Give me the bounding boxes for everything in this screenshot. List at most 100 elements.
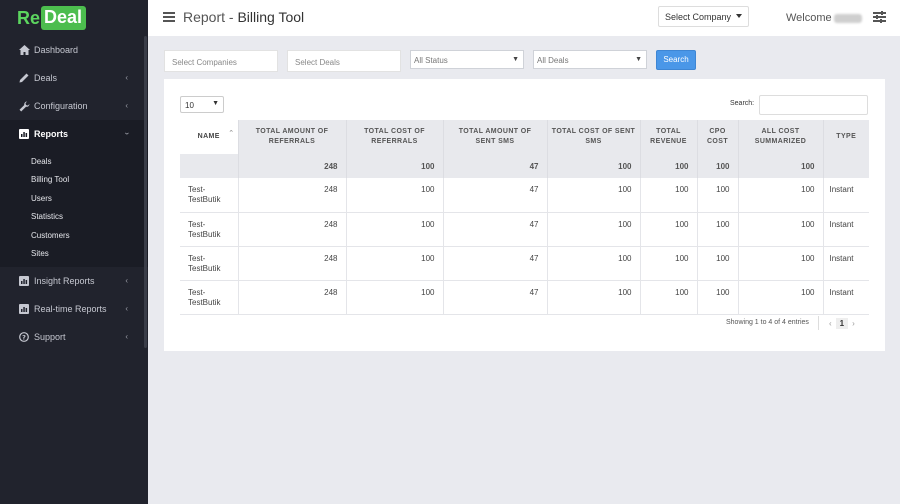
select-deals-input[interactable]: Select Deals (287, 50, 401, 72)
column-header-total-amount-referrals[interactable]: Total amount of referrals (237, 120, 346, 154)
sidebar-item-label: Support (34, 332, 66, 342)
table-cell: 100 (546, 178, 640, 213)
sidebar-item-dashboard[interactable]: Dashboard (0, 36, 148, 64)
page-length-select[interactable]: 10 ▼ (180, 96, 224, 113)
company-select[interactable]: Select Company (658, 6, 749, 27)
page-title-main: Billing Tool (237, 9, 305, 25)
summary-cell: 100 (345, 154, 443, 178)
column-header-cpo-cost[interactable]: CPO cost (696, 120, 738, 154)
sidebar-item-label: Reports (34, 129, 69, 139)
column-header-total-cost-sms[interactable]: Total cost of sent SMS (546, 120, 640, 154)
submenu-item-users[interactable]: Users (0, 189, 148, 208)
status-select-value: All Status (414, 56, 448, 65)
table-cell: 100 (737, 178, 823, 213)
settings-sliders-icon[interactable] (873, 11, 886, 23)
column-header-total-cost-referrals[interactable]: Total cost of referrals (345, 120, 443, 154)
top-header: Report - Billing Tool Select Company Wel… (148, 0, 900, 36)
billing-table: Name ⌃ Total amount of referrals Total co… (180, 120, 869, 315)
summary-cell: 100 (737, 154, 823, 178)
sidebar-item-support[interactable]: ? Support ‹ (0, 323, 148, 351)
sidebar-item-realtime-reports[interactable]: Real-time Reports ‹ (0, 295, 148, 323)
page-title: Report - Billing Tool (183, 9, 304, 25)
table-info: Showing 1 to 4 of 4 entries (726, 319, 809, 326)
table-cell: 100 (696, 280, 738, 315)
deals-select[interactable]: All Deals ▼ (533, 50, 647, 69)
select-companies-placeholder: Select Companies (172, 58, 237, 67)
table-search-input[interactable] (759, 95, 868, 115)
welcome-message: Welcome (786, 12, 862, 24)
table-cell: 100 (345, 212, 443, 247)
sidebar-item-label: Real-time Reports (34, 304, 107, 314)
submenu-item-customers[interactable]: Customers (0, 226, 148, 245)
caret-down-icon: ▼ (512, 56, 519, 63)
summary-row: 248 100 47 100 100 100 100 (180, 154, 869, 178)
home-icon (18, 44, 30, 56)
sidebar-item-reports[interactable]: Reports ‹ (0, 120, 148, 148)
next-page-icon[interactable]: › (848, 319, 859, 328)
select-companies-input[interactable]: Select Companies (164, 50, 278, 72)
column-header-name[interactable]: Name ⌃ (180, 120, 238, 154)
submenu-item-sites[interactable]: Sites (0, 245, 148, 264)
table-cell: 100 (639, 212, 697, 247)
submenu-item-billing-tool[interactable]: Billing Tool (0, 171, 148, 190)
chart-icon (18, 128, 30, 140)
table-cell: 100 (546, 246, 640, 281)
sidebar-item-deals[interactable]: Deals ‹ (0, 64, 148, 92)
table-cell: 248 (237, 178, 346, 213)
sort-asc-icon: ⌃ (228, 130, 235, 137)
table-cell: 47 (442, 246, 547, 281)
table-cell: 248 (237, 212, 346, 247)
submenu-item-statistics[interactable]: Statistics (0, 208, 148, 227)
summary-cell: 100 (696, 154, 738, 178)
chevron-left-icon: ‹ (125, 276, 128, 285)
sidebar-item-insight-reports[interactable]: Insight Reports ‹ (0, 267, 148, 295)
pencil-icon (18, 72, 30, 84)
search-button[interactable]: Search (656, 50, 696, 70)
table-cell: Instant (822, 178, 869, 213)
logo[interactable]: Re Deal (0, 0, 148, 36)
sidebar-item-configuration[interactable]: Configuration ‹ (0, 92, 148, 120)
page-length-value: 10 (185, 101, 194, 110)
table-cell: 100 (737, 280, 823, 315)
summary-cell: 47 (442, 154, 547, 178)
sidebar-item-label: Configuration (34, 101, 88, 111)
table-cell: 100 (639, 280, 697, 315)
sidebar-item-label: Deals (34, 73, 58, 83)
sidebar-item-label: Dashboard (34, 45, 79, 55)
summary-cell: 100 (639, 154, 697, 178)
sidebar: Re Deal Dashboard Deals ‹ Configuration ‹ (0, 0, 148, 504)
table-cell: 100 (345, 246, 443, 281)
summary-cell: 100 (546, 154, 640, 178)
table-search-label: Search: (730, 100, 755, 107)
table-cell: 100 (696, 178, 738, 213)
chevron-left-icon: ‹ (125, 73, 128, 82)
page-title-prefix: Report - (183, 9, 238, 25)
table-cell: Instant (822, 212, 869, 247)
page-button-current[interactable]: 1 (835, 317, 849, 329)
sidebar-nav: Dashboard Deals ‹ Configuration ‹ Report… (0, 36, 148, 351)
reports-submenu: Deals Billing Tool Users Statistics Cust… (0, 148, 148, 267)
table-cell: Test-TestButik (180, 178, 238, 213)
table-cell: 47 (442, 280, 547, 315)
svg-text:?: ? (22, 334, 26, 342)
table-cell: 100 (546, 280, 640, 315)
column-header-all-cost[interactable]: All cost summarized (737, 120, 823, 154)
column-header-type[interactable]: Type (822, 120, 869, 154)
hamburger-menu-icon[interactable] (163, 12, 175, 22)
wrench-icon (18, 100, 30, 112)
submenu-item-deals[interactable]: Deals (0, 152, 148, 171)
table-cell: 100 (639, 178, 697, 213)
column-header-total-amount-sms[interactable]: Total amount of sent SMS (442, 120, 547, 154)
chart-icon (18, 303, 30, 315)
caret-down-icon: ▼ (212, 100, 219, 107)
prev-page-icon[interactable]: ‹ (825, 319, 836, 328)
table-cell: Test-TestButik (180, 246, 238, 281)
status-select[interactable]: All Status ▼ (410, 50, 524, 69)
table-cell: Test-TestButik (180, 280, 238, 315)
column-header-total-revenue[interactable]: Total revenue (639, 120, 697, 154)
caret-down-icon: ▼ (635, 56, 642, 63)
table-row: Test-TestButik 248 100 47 100 100 100 10… (180, 212, 869, 247)
sidebar-scrollbar[interactable] (144, 36, 147, 348)
summary-cell (180, 154, 238, 178)
table-cell: 100 (737, 246, 823, 281)
